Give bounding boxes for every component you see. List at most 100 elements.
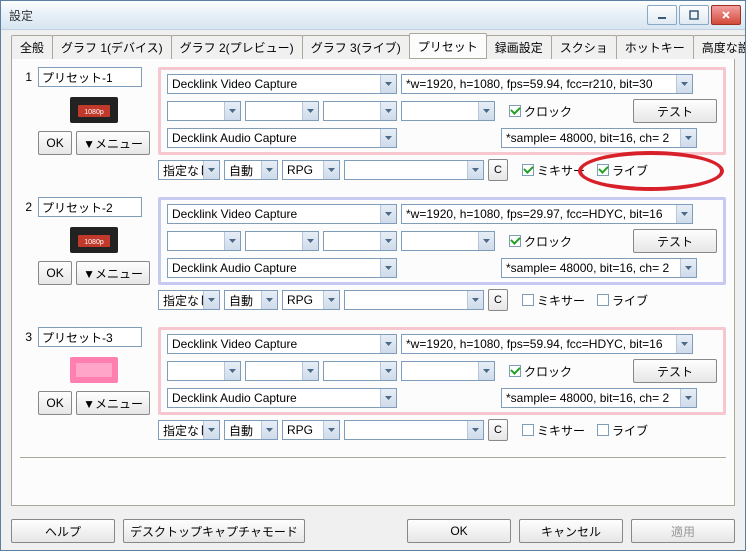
- test-button[interactable]: テスト: [633, 99, 717, 123]
- video-sub2-combo[interactable]: [245, 231, 319, 251]
- clock-checkbox[interactable]: クロック: [509, 363, 572, 380]
- preset-name-input[interactable]: [38, 197, 142, 217]
- live-checkbox[interactable]: ライブ: [597, 162, 648, 179]
- preset-menu-button[interactable]: ▼メニュー: [76, 131, 150, 155]
- opt4-combo[interactable]: [344, 420, 484, 440]
- live-checkbox[interactable]: ライブ: [597, 292, 648, 309]
- tab-4[interactable]: プリセット: [409, 33, 487, 58]
- c-button[interactable]: C: [488, 419, 508, 441]
- audio-format-combo[interactable]: *sample= 48000, bit=16, ch= 2: [501, 258, 697, 278]
- preset-name-input[interactable]: [38, 67, 142, 87]
- video-device-combo[interactable]: Decklink Video Capture: [167, 334, 397, 354]
- opt2-combo[interactable]: 自動: [224, 420, 278, 440]
- opt1-combo[interactable]: 指定なし: [158, 290, 220, 310]
- maximize-button[interactable]: [679, 5, 709, 25]
- audio-device-combo[interactable]: Decklink Audio Capture: [167, 128, 397, 148]
- preset-2: 2 1080p OK▼メニュー Decklink Video Capture*w=19…: [20, 197, 726, 311]
- dialog-footer: ヘルプ デスクトップキャプチャモード OK キャンセル 適用: [1, 512, 745, 550]
- c-button[interactable]: C: [488, 159, 508, 181]
- tab-2[interactable]: グラフ 2(プレビュー): [171, 35, 303, 59]
- opt1-combo[interactable]: 指定なし: [158, 160, 220, 180]
- dialog-cancel-button[interactable]: キャンセル: [519, 519, 623, 543]
- device-group: Decklink Video Capture*w=1920, h=1080, f…: [158, 197, 726, 285]
- dropdown-arrow-icon: [680, 129, 696, 147]
- video-sub1-combo[interactable]: [167, 101, 241, 121]
- video-device-combo[interactable]: Decklink Video Capture: [167, 204, 397, 224]
- video-format-combo[interactable]: *w=1920, h=1080, fps=59.94, fcc=r210, bi…: [401, 74, 693, 94]
- preset-ok-button[interactable]: OK: [38, 131, 72, 155]
- dropdown-arrow-icon: [676, 75, 692, 93]
- options-row: 指定なし自動RPG C ミキサーライブ: [158, 419, 726, 441]
- audio-format-combo[interactable]: *sample= 48000, bit=16, ch= 2: [501, 388, 697, 408]
- preset-thumbnail: 1080p: [70, 97, 118, 123]
- video-format-combo[interactable]: *w=1920, h=1080, fps=29.97, fcc=HDYC, bi…: [401, 204, 693, 224]
- video-sub2-combo[interactable]: [245, 101, 319, 121]
- options-row: 指定なし自動RPG C ミキサーライブ: [158, 159, 726, 181]
- preset-ok-button[interactable]: OK: [38, 391, 72, 415]
- dropdown-arrow-icon: [478, 102, 494, 120]
- dropdown-arrow-icon: [302, 232, 318, 250]
- video-sub3-combo[interactable]: [323, 361, 397, 381]
- clock-checkbox[interactable]: クロック: [509, 103, 572, 120]
- dropdown-arrow-icon: [380, 362, 396, 380]
- dropdown-arrow-icon: [261, 161, 277, 179]
- live-checkbox[interactable]: ライブ: [597, 422, 648, 439]
- dropdown-arrow-icon: [478, 232, 494, 250]
- help-button[interactable]: ヘルプ: [11, 519, 115, 543]
- tab-0[interactable]: 全般: [11, 35, 53, 59]
- minimize-button[interactable]: [647, 5, 677, 25]
- video-sub4-combo[interactable]: [401, 101, 495, 121]
- dropdown-arrow-icon: [323, 291, 339, 309]
- video-format-combo[interactable]: *w=1920, h=1080, fps=59.94, fcc=HDYC, bi…: [401, 334, 693, 354]
- tab-3[interactable]: グラフ 3(ライブ): [302, 35, 410, 59]
- opt2-combo[interactable]: 自動: [224, 160, 278, 180]
- audio-device-combo[interactable]: Decklink Audio Capture: [167, 258, 397, 278]
- preset-menu-button[interactable]: ▼メニュー: [76, 391, 150, 415]
- preset-number: 2: [20, 197, 32, 311]
- svg-text:1080p: 1080p: [84, 109, 104, 116]
- preset-thumbnail: 1080p: [70, 227, 118, 253]
- dropdown-arrow-icon: [224, 102, 240, 120]
- opt4-combo[interactable]: [344, 290, 484, 310]
- tab-1[interactable]: グラフ 1(デバイス): [52, 35, 172, 59]
- dropdown-arrow-icon: [261, 291, 277, 309]
- video-sub1-combo[interactable]: [167, 231, 241, 251]
- preset-name-input[interactable]: [38, 327, 142, 347]
- audio-format-combo[interactable]: *sample= 48000, bit=16, ch= 2: [501, 128, 697, 148]
- close-button[interactable]: [711, 5, 741, 25]
- tab-8[interactable]: 高度な設定: [693, 35, 745, 59]
- video-sub3-combo[interactable]: [323, 231, 397, 251]
- video-device-combo[interactable]: Decklink Video Capture: [167, 74, 397, 94]
- opt3-combo[interactable]: RPG: [282, 290, 340, 310]
- opt2-combo[interactable]: 自動: [224, 290, 278, 310]
- desktop-capture-mode-button[interactable]: デスクトップキャプチャモード: [123, 519, 305, 543]
- test-button[interactable]: テスト: [633, 229, 717, 253]
- video-sub4-combo[interactable]: [401, 231, 495, 251]
- preset-ok-button[interactable]: OK: [38, 261, 72, 285]
- clock-checkbox[interactable]: クロック: [509, 233, 572, 250]
- video-sub3-combo[interactable]: [323, 101, 397, 121]
- video-sub4-combo[interactable]: [401, 361, 495, 381]
- video-sub1-combo[interactable]: [167, 361, 241, 381]
- mixer-checkbox[interactable]: ミキサー: [522, 292, 585, 309]
- tab-7[interactable]: ホットキー: [616, 35, 694, 59]
- video-sub2-combo[interactable]: [245, 361, 319, 381]
- dropdown-arrow-icon: [323, 421, 339, 439]
- opt3-combo[interactable]: RPG: [282, 160, 340, 180]
- tab-5[interactable]: 録画設定: [486, 35, 552, 59]
- c-button[interactable]: C: [488, 289, 508, 311]
- test-button[interactable]: テスト: [633, 359, 717, 383]
- dropdown-arrow-icon: [380, 389, 396, 407]
- opt3-combo[interactable]: RPG: [282, 420, 340, 440]
- opt1-combo[interactable]: 指定なし: [158, 420, 220, 440]
- opt4-combo[interactable]: [344, 160, 484, 180]
- preset-menu-button[interactable]: ▼メニュー: [76, 261, 150, 285]
- dialog-ok-button[interactable]: OK: [407, 519, 511, 543]
- dropdown-arrow-icon: [380, 205, 396, 223]
- mixer-checkbox[interactable]: ミキサー: [522, 422, 585, 439]
- audio-device-combo[interactable]: Decklink Audio Capture: [167, 388, 397, 408]
- dropdown-arrow-icon: [203, 161, 219, 179]
- tab-6[interactable]: スクショ: [551, 35, 617, 59]
- mixer-checkbox[interactable]: ミキサー: [522, 162, 585, 179]
- options-row: 指定なし自動RPG C ミキサーライブ: [158, 289, 726, 311]
